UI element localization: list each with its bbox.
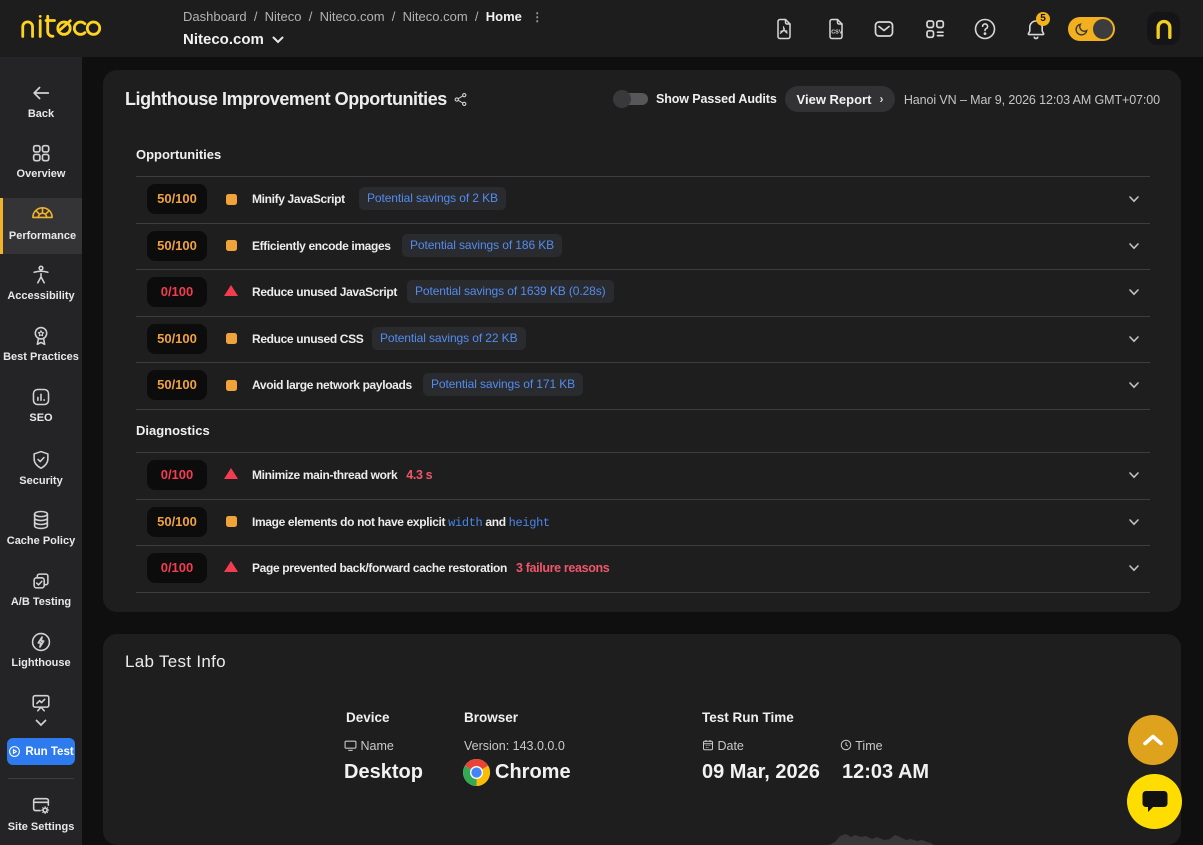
svg-text:CSV: CSV [831, 30, 843, 36]
